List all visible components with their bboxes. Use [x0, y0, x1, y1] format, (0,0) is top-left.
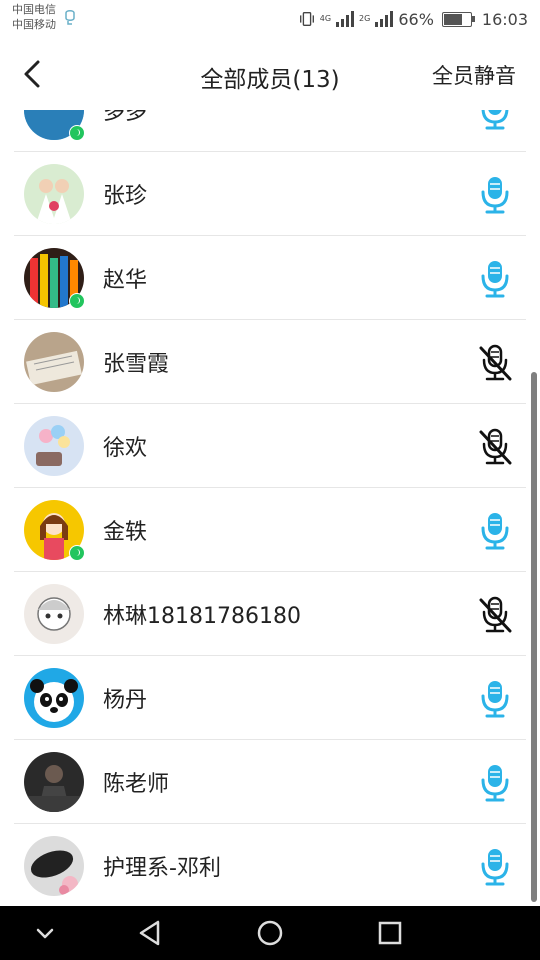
member-name: 杨丹: [103, 688, 148, 713]
member-name: 赵华: [103, 268, 148, 293]
network-type-1: 4G: [319, 14, 332, 23]
microphone-icon[interactable]: [476, 259, 514, 299]
member-row[interactable]: 赵华: [0, 236, 540, 320]
clock: 16:03: [481, 9, 528, 29]
chevron-down-icon[interactable]: [28, 916, 62, 950]
square-recents-icon[interactable]: [373, 916, 407, 950]
microphone-muted-icon[interactable]: [476, 427, 514, 467]
hd-call-icon: [65, 10, 75, 25]
speaking-badge-icon: [69, 125, 85, 141]
signal-icon-1: [336, 11, 355, 27]
member-row[interactable]: 林琳18181786180: [0, 572, 540, 656]
microphone-muted-icon[interactable]: [476, 343, 514, 383]
microphone-muted-icon[interactable]: [476, 595, 514, 635]
member-row[interactable]: 徐欢: [0, 404, 540, 488]
signal-icon-2: [375, 11, 394, 27]
avatar[interactable]: [24, 164, 84, 224]
vibrate-icon: [299, 12, 314, 26]
member-name: 护理系-邓利: [103, 856, 221, 881]
member-name: 陈老师: [103, 772, 170, 797]
speaking-badge-icon: [69, 293, 85, 309]
scrollbar[interactable]: [531, 372, 537, 902]
avatar[interactable]: [24, 836, 84, 896]
microphone-icon[interactable]: [476, 763, 514, 803]
mute-all-button[interactable]: 全员静音: [432, 60, 516, 90]
member-name: 徐欢: [103, 436, 148, 461]
status-icons: 4G 2G 66% 16:03: [298, 8, 528, 30]
circle-home-icon[interactable]: [253, 916, 287, 950]
network-type-2: 2G: [359, 14, 371, 23]
member-row[interactable]: 多多: [0, 110, 540, 152]
member-name: 金轶: [103, 520, 148, 545]
carrier-1: 中国电信: [12, 3, 56, 16]
carrier-2: 中国移动: [12, 18, 56, 31]
battery-percent: 66%: [398, 9, 434, 29]
member-name: 林琳18181786180: [103, 604, 301, 629]
battery-icon: [441, 11, 475, 27]
microphone-icon[interactable]: [476, 847, 514, 887]
member-row[interactable]: 张珍: [0, 152, 540, 236]
member-row[interactable]: 护理系-邓利: [0, 824, 540, 906]
status-bar: 中国电信 中国移动 4G 2G 66% 16:03: [0, 0, 540, 38]
system-nav-bar: [0, 906, 540, 960]
avatar[interactable]: [24, 584, 84, 644]
avatar[interactable]: [24, 416, 84, 476]
member-name: 张珍: [103, 184, 148, 209]
microphone-icon[interactable]: [476, 511, 514, 551]
carrier-info: 中国电信 中国移动: [12, 2, 56, 32]
member-name: 多多: [103, 110, 148, 125]
avatar[interactable]: [24, 668, 84, 728]
avatar[interactable]: [24, 332, 84, 392]
speaking-badge-icon: [69, 545, 85, 561]
member-name: 张雪霞: [103, 352, 170, 377]
microphone-icon[interactable]: [476, 679, 514, 719]
member-row[interactable]: 陈老师: [0, 740, 540, 824]
microphone-icon[interactable]: [476, 110, 514, 131]
member-row[interactable]: 金轶: [0, 488, 540, 572]
member-list[interactable]: 多多张珍赵华张雪霞徐欢金轶林琳18181786180 杨丹陈老师护理系-邓利: [0, 110, 540, 906]
header-bar: 全部成员(13) 全员静音: [0, 38, 540, 110]
member-row[interactable]: 杨丹: [0, 656, 540, 740]
member-row[interactable]: 张雪霞: [0, 320, 540, 404]
triangle-back-icon[interactable]: [133, 916, 167, 950]
avatar[interactable]: [24, 752, 84, 812]
microphone-icon[interactable]: [476, 175, 514, 215]
